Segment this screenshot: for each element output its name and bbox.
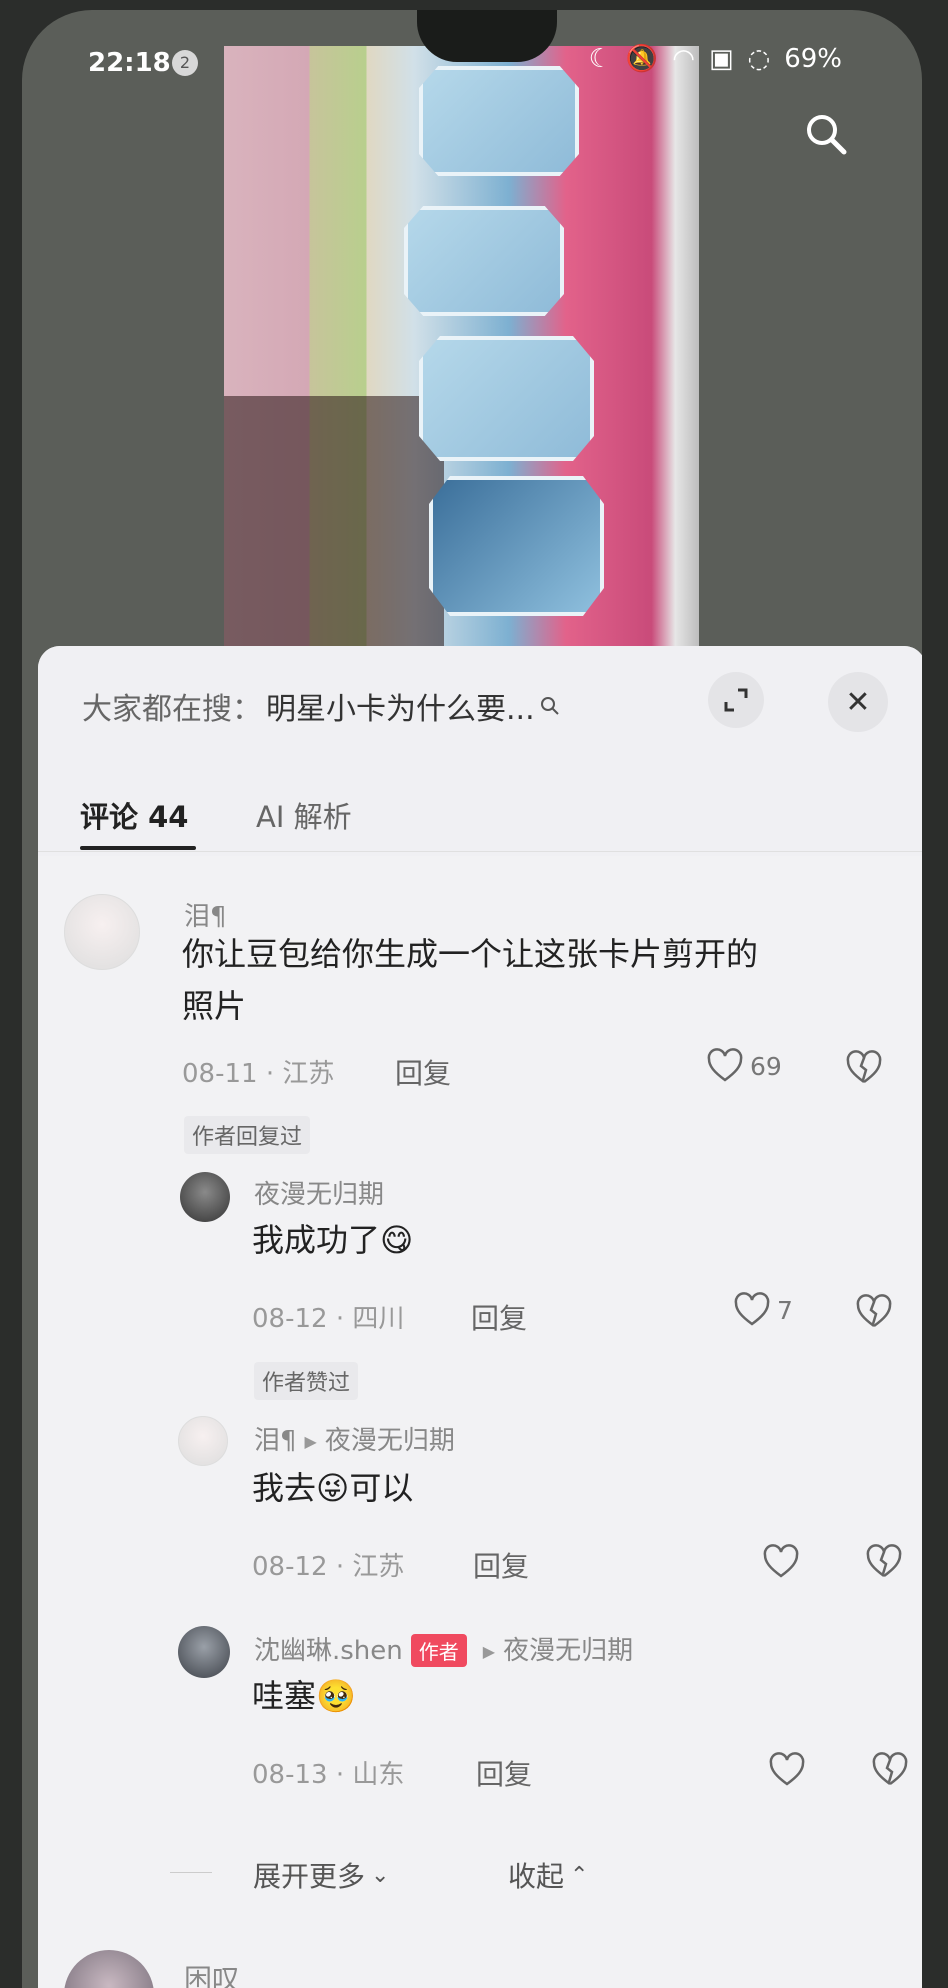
comment-text: 我成功了😋 (252, 1214, 413, 1266)
reply-button[interactable]: 回复 (473, 1545, 529, 1585)
fullscreen-button[interactable] (708, 672, 764, 728)
reply-button[interactable]: 回复 (476, 1753, 532, 1793)
notification-badge: 2 (172, 50, 198, 76)
avatar[interactable] (64, 1950, 154, 1988)
battery-icon: ◌ (747, 44, 771, 74)
comment-region: 江苏 (282, 1059, 335, 1089)
broken-heart-icon[interactable] (844, 1050, 884, 1086)
camera-notch (417, 10, 557, 62)
heart-icon (769, 1752, 805, 1786)
comment-text-content: 我成功了 (252, 1221, 381, 1259)
emoji: 🥹 (316, 1677, 356, 1715)
comment-author[interactable]: 困叹 (184, 1958, 240, 1988)
comment-meta: 08-13 · 山东 (252, 1760, 405, 1790)
author-replied-tag: 作者回复过 (184, 1116, 311, 1154)
tab-ai-analysis[interactable]: AI 解析 (256, 794, 352, 836)
close-button[interactable]: ✕ (828, 672, 888, 732)
wifi-icon: ◠ (672, 44, 695, 74)
chevron-down-icon: ⌄ (371, 1862, 390, 1888)
avatar[interactable] (178, 1416, 228, 1466)
comment-region: 四川 (352, 1304, 405, 1334)
comment-text: 照片 (182, 987, 247, 1025)
comment-region: 江苏 (352, 1552, 405, 1582)
comment-region: 山东 (352, 1760, 405, 1790)
emoji: 😋 (380, 1221, 414, 1259)
comment-date: 08-13 (252, 1760, 328, 1790)
reply-button[interactable]: 回复 (471, 1297, 527, 1337)
comment-date: 08-12 (252, 1552, 328, 1582)
comment-author[interactable]: 夜漫无归期 (254, 1174, 384, 1211)
comment-meta: 08-11 · 江苏 (182, 1059, 335, 1089)
expand-icon (724, 688, 748, 712)
photo-card (419, 336, 594, 461)
comment-text: 你让豆包给你生成一个让这张卡片剪开的 (182, 935, 759, 973)
comment-author[interactable]: 泪¶ (254, 1426, 297, 1456)
status-icons: ☾ 🔕 ◠ ▣ ◌ 69% (589, 44, 842, 74)
screen: 22:18 2 ☾ 🔕 ◠ ▣ ◌ 69% 大家都在搜： 明星小卡为什么要... (22, 10, 922, 1988)
tab-comments[interactable]: 评论 44 (80, 794, 188, 836)
comment-author-line: 沈幽琳.shen 作者 ▶ 夜漫无归期 (254, 1630, 633, 1667)
expand-more-label: 展开更多 (253, 1860, 366, 1893)
reply-arrow-icon: ▶ (304, 1432, 317, 1451)
divider (170, 1872, 212, 1873)
heart-icon (707, 1048, 743, 1082)
author-badge: 作者 (410, 1634, 467, 1667)
avatar[interactable] (178, 1626, 230, 1678)
moon-icon: ☾ (588, 44, 612, 74)
video-frame[interactable] (224, 46, 699, 646)
sim-icon: ▣ (708, 44, 734, 74)
search-icon (540, 697, 559, 715)
phone-frame: 22:18 2 ☾ 🔕 ◠ ▣ ◌ 69% 大家都在搜： 明星小卡为什么要... (0, 0, 948, 1988)
like-button[interactable]: 69 (706, 1048, 782, 1084)
comment-meta: 08-12 · 江苏 (252, 1552, 405, 1582)
collapse-label: 收起 (508, 1860, 565, 1893)
broken-heart-icon[interactable] (864, 1544, 904, 1580)
comment-author[interactable]: 沈幽琳.shen (254, 1636, 403, 1666)
photo-card (429, 476, 604, 616)
chevron-up-icon: ⌃ (570, 1862, 589, 1888)
comment-text-content: 我去 (252, 1469, 317, 1507)
comment-text: 哇塞🥹 (252, 1670, 356, 1722)
broken-heart-icon[interactable] (854, 1294, 894, 1330)
like-button[interactable] (762, 1544, 800, 1580)
like-button[interactable] (768, 1752, 806, 1788)
comment-author-line: 泪¶ ▶ 夜漫无归期 (254, 1420, 455, 1457)
status-time: 22:18 (88, 48, 171, 78)
divider (38, 851, 922, 852)
hot-search-bar[interactable]: 大家都在搜： 明星小卡为什么要... (82, 684, 561, 728)
comment-sheet: 大家都在搜： 明星小卡为什么要... ✕ 评论 44 AI 解析 泪¶ 你让豆包… (38, 646, 922, 1988)
reply-arrow-icon: ▶ (482, 1642, 496, 1661)
photo-card (404, 206, 564, 316)
heart-icon (734, 1292, 770, 1326)
expand-more-button[interactable]: 展开更多 ⌄ (253, 1855, 389, 1895)
close-icon: ✕ (845, 684, 871, 720)
collapse-button[interactable]: 收起 ⌃ (508, 1855, 588, 1895)
heart-icon (763, 1544, 799, 1578)
search-icon[interactable] (802, 110, 850, 158)
avatar[interactable] (180, 1172, 230, 1222)
photo-shadow (224, 396, 444, 646)
comment-text-content: 可以 (349, 1469, 414, 1507)
hot-search-query: 明星小卡为什么要... (266, 692, 535, 727)
like-count: 69 (750, 1051, 782, 1081)
comment-date: 08-11 (182, 1059, 258, 1089)
comment-text-content: 哇塞 (252, 1677, 317, 1715)
reply-to-user[interactable]: 夜漫无归期 (503, 1636, 633, 1666)
active-tab-indicator (80, 846, 196, 850)
comment-text: 我去😜可以 (252, 1462, 413, 1514)
comment-date: 08-12 (252, 1304, 328, 1334)
battery-percent: 69% (784, 44, 842, 74)
author-liked-tag: 作者赞过 (254, 1362, 359, 1400)
like-button[interactable]: 7 (733, 1292, 793, 1328)
reply-button[interactable]: 回复 (395, 1052, 451, 1092)
mute-icon: 🔕 (625, 44, 659, 74)
comment-meta: 08-12 · 四川 (252, 1304, 405, 1334)
emoji: 😜 (316, 1469, 350, 1507)
broken-heart-icon[interactable] (870, 1752, 910, 1788)
avatar[interactable] (64, 894, 140, 970)
photo-card (419, 66, 579, 176)
hot-search-prefix: 大家都在搜： (82, 692, 262, 727)
like-count: 7 (777, 1295, 793, 1325)
reply-to-user[interactable]: 夜漫无归期 (325, 1426, 455, 1456)
